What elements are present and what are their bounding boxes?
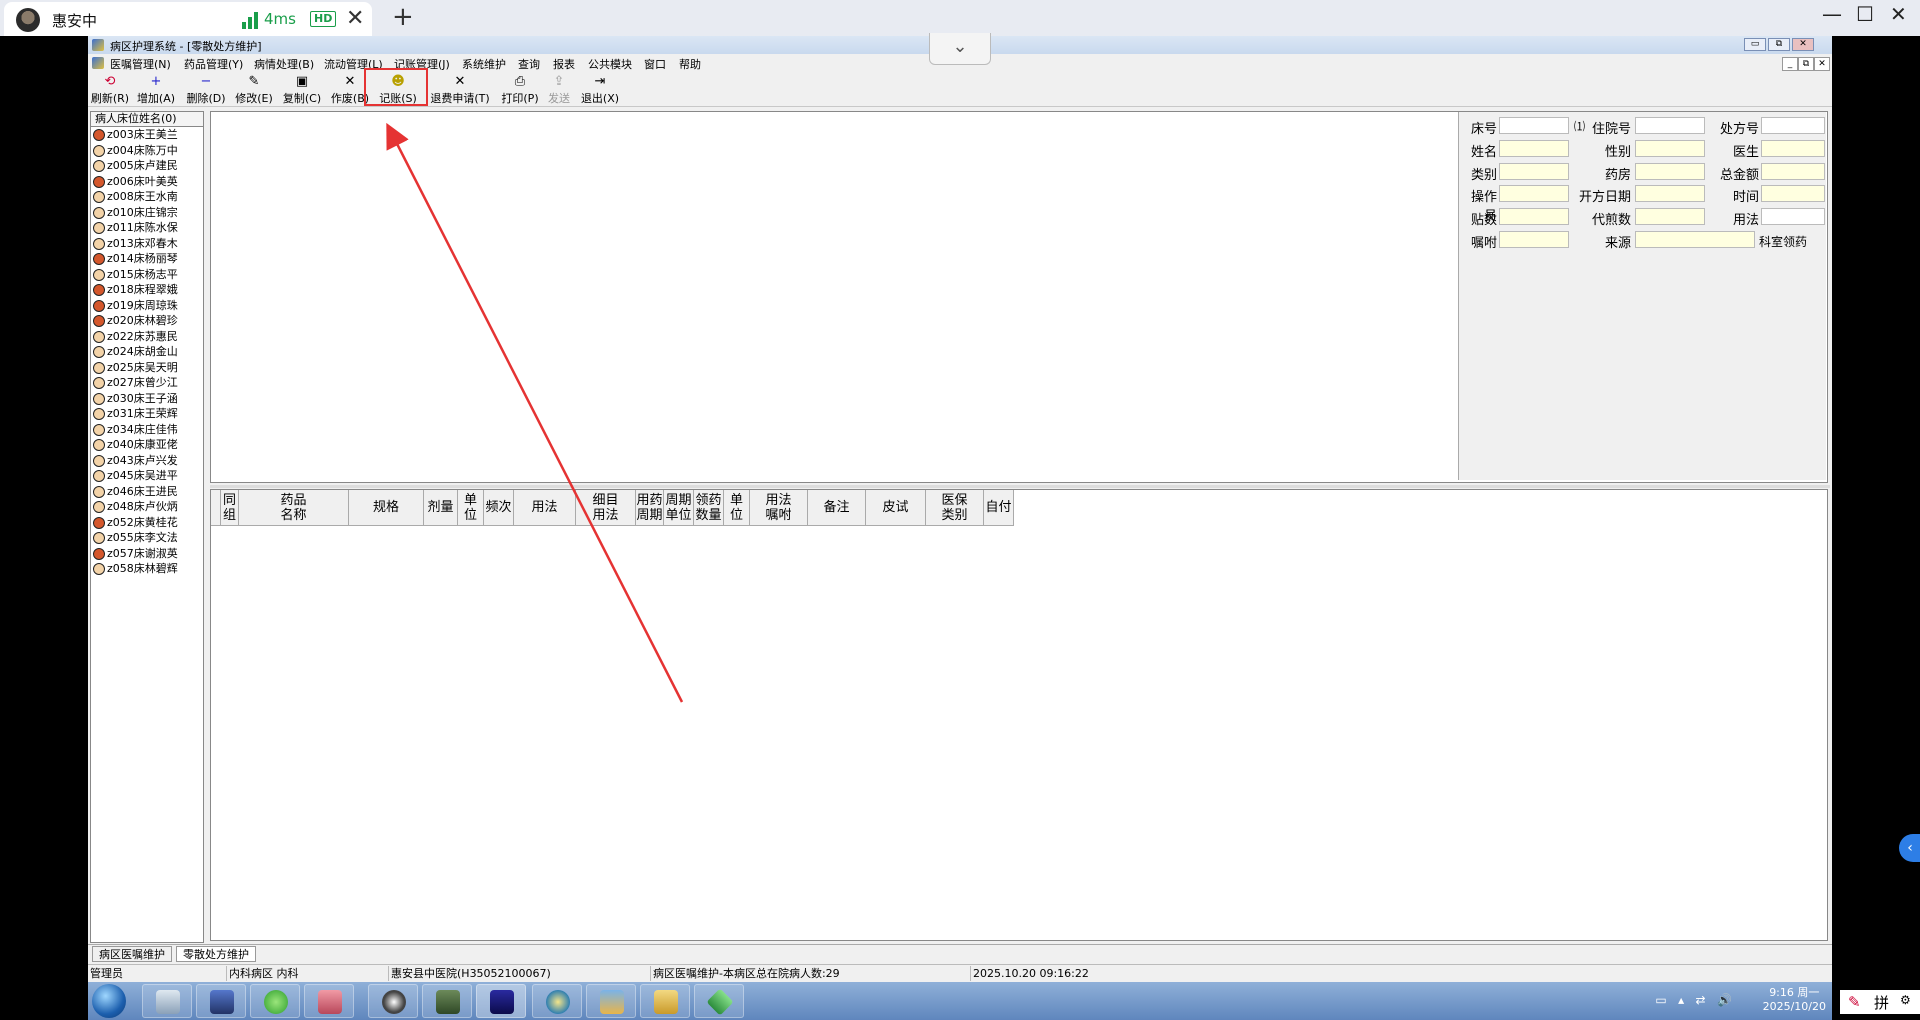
desktop-icon bbox=[156, 990, 180, 1014]
taskbar-app-8[interactable] bbox=[532, 984, 582, 1018]
taskbar-his-app[interactable] bbox=[694, 984, 744, 1018]
search-app-icon bbox=[490, 990, 514, 1014]
taskbar-explorer[interactable] bbox=[640, 984, 690, 1018]
chart-icon bbox=[436, 990, 460, 1014]
app-logo-icon bbox=[706, 988, 734, 1016]
taskbar-app-9[interactable] bbox=[586, 984, 636, 1018]
window-icon bbox=[600, 990, 624, 1014]
taskbar-ie[interactable] bbox=[250, 984, 300, 1018]
collapse-toolbar-button[interactable]: ⌄ bbox=[929, 33, 991, 65]
folder-icon bbox=[654, 990, 678, 1014]
tray-date: 2025/10/20 bbox=[1762, 1000, 1826, 1013]
network-icon bbox=[210, 990, 234, 1014]
database-icon bbox=[318, 990, 342, 1014]
ime-toolbar[interactable]: ✎ 拼 ⚙ bbox=[1840, 990, 1920, 1014]
sync-icon bbox=[546, 990, 570, 1014]
start-button[interactable] bbox=[92, 984, 126, 1018]
ime-mode: 拼 bbox=[1874, 994, 1890, 1012]
annotation-arrow bbox=[386, 122, 684, 703]
taskbar: ▭ ▴ ⇄ 🔊 9:16 周一 2025/10/20 bbox=[88, 982, 1832, 1020]
tray-icons[interactable]: ▭ ▴ ⇄ 🔊 bbox=[1655, 993, 1732, 1007]
settings-icon: ⚙ bbox=[1900, 993, 1911, 1007]
compass-icon bbox=[382, 990, 406, 1014]
taskbar-app-7[interactable] bbox=[476, 984, 526, 1018]
tray-clock[interactable]: 9:16 周一 2025/10/20 bbox=[1763, 986, 1826, 1014]
browser-icon bbox=[264, 990, 288, 1014]
taskbar-app-5[interactable] bbox=[368, 984, 418, 1018]
pen-icon: ✎ bbox=[1848, 993, 1861, 1011]
taskbar-app-1[interactable] bbox=[142, 984, 192, 1018]
taskbar-app-2[interactable] bbox=[196, 984, 246, 1018]
tray-time: 9:16 周一 bbox=[1769, 986, 1820, 999]
taskbar-app-4[interactable] bbox=[304, 984, 354, 1018]
taskbar-app-6[interactable] bbox=[422, 984, 472, 1018]
